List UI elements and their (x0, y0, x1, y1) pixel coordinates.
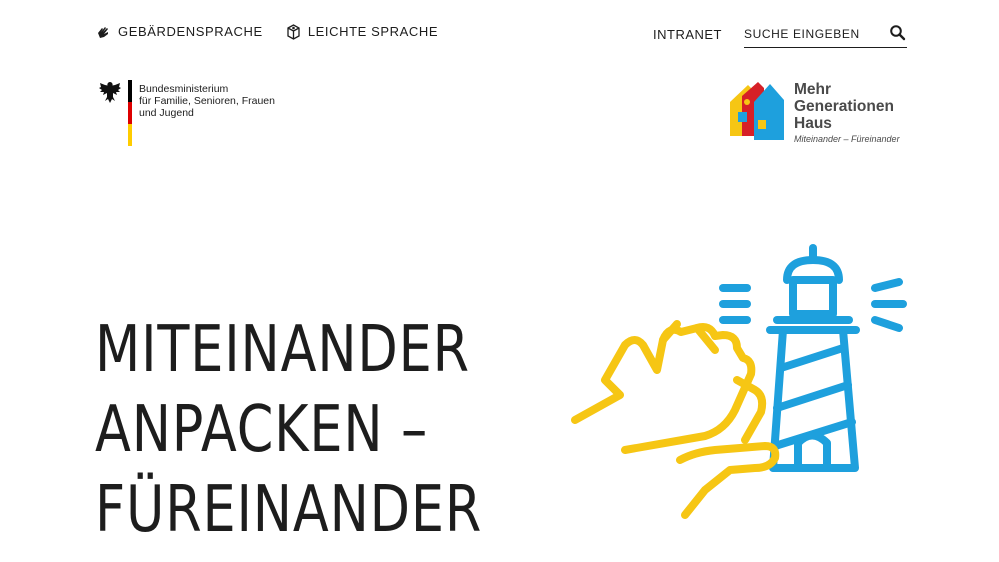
ministry-line: für Familie, Senioren, Frauen (139, 95, 275, 107)
top-nav-left: GEBÄRDENSPRACHE LEICHTE SPRACHE (96, 23, 460, 40)
ministry-name: Bundesministerium für Familie, Senioren,… (139, 83, 275, 146)
search-icon[interactable] (889, 24, 907, 42)
ministry-line: Bundesministerium (139, 83, 229, 95)
easy-language-icon (287, 24, 300, 40)
top-nav-right: INTRANET (653, 23, 907, 48)
hands-lighthouse-illustration (571, 244, 907, 519)
mgh-line-2: Generationen (794, 98, 894, 115)
search-input[interactable] (744, 23, 874, 41)
hero-line-2: ANPACKEN – (95, 393, 429, 467)
mgh-line-1: Mehr (794, 81, 832, 98)
sign-language-link[interactable]: GEBÄRDENSPRACHE (96, 24, 263, 40)
mgh-line-3: Haus (794, 115, 832, 132)
intranet-link[interactable]: INTRANET (653, 27, 722, 42)
hero-heading: MITEINANDER ANPACKEN – FÜREINANDER (95, 310, 567, 550)
federal-eagle-icon (99, 82, 121, 103)
easy-language-label: LEICHTE SPRACHE (307, 24, 439, 39)
mgh-logo[interactable]: Mehr Generationen Haus Miteinander – Für… (724, 80, 900, 144)
mgh-house-icon (730, 82, 784, 140)
sign-language-icon (98, 26, 108, 38)
hero-line-1: MITEINANDER (95, 313, 470, 387)
ministry-line: und Jugend (139, 107, 194, 119)
german-flag-bar (128, 80, 132, 146)
hero-line-3: FÜREINANDER (95, 473, 483, 547)
ministry-logo[interactable]: Bundesministerium für Familie, Senioren,… (98, 80, 275, 146)
search-box (744, 23, 907, 48)
easy-language-link[interactable]: LEICHTE SPRACHE (285, 23, 438, 40)
sign-language-label: GEBÄRDENSPRACHE (118, 24, 263, 39)
mgh-tagline: Miteinander – Füreinander (794, 134, 900, 144)
mgh-wordmark: Mehr Generationen Haus Miteinander – Für… (794, 81, 900, 144)
